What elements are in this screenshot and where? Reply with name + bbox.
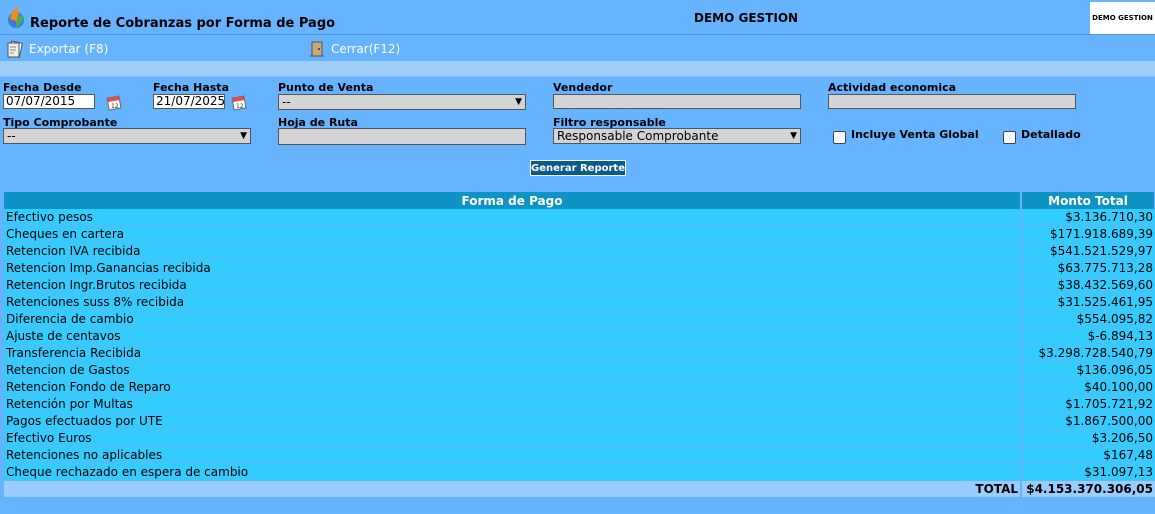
sub-bar [0,61,1155,77]
monto-cell: $38.432.569,60 [1021,276,1155,294]
incluye-venta-global-checkbox[interactable] [833,131,846,144]
monto-cell: $541.521.529,97 [1021,242,1155,260]
monto-cell: $167,48 [1021,446,1155,464]
forma-cell: Diferencia de cambio [4,310,1022,328]
monto-cell: $1.867.500,00 [1021,412,1155,430]
generate-report-button[interactable]: Generar Reporte [530,160,626,176]
forma-cell: Retenciones no aplicables [4,446,1022,464]
table-row: Cheque rechazado en espera de cambio $31.… [4,463,1155,481]
fecha-hasta-label: Fecha Hasta [153,81,229,94]
page-title: Reporte de Cobranzas por Forma de Pago [30,16,336,31]
forma-cell: Efectivo pesos [4,209,1022,226]
tipo-comprobante-value: -- [7,129,16,143]
close-door-icon [310,41,324,57]
monto-cell: $171.918.689,39 [1021,225,1155,243]
forma-cell: Retención por Multas [4,395,1022,413]
company-name: DEMO GESTION [694,11,799,25]
filtro-responsable-select[interactable]: Responsable Comprobante ▼ [553,128,801,144]
header-forma-pago: Forma de Pago [4,192,1022,209]
table-row: Efectivo Euros $3.206,50 [4,429,1155,447]
detallado-label: Detallado [1021,128,1081,141]
forma-cell: Retencion Imp.Ganancias recibida [4,259,1022,277]
calendar-icon[interactable]: 12 [105,94,123,112]
svg-text:12: 12 [236,103,244,110]
calendar-icon[interactable]: 12 [230,94,248,112]
table-row: Retención por Multas $1.705.721,92 [4,395,1155,413]
incluye-venta-global-label: Incluye Venta Global [851,128,979,141]
table-header-row: Forma de Pago Monto Total [4,192,1155,209]
fecha-hasta-field[interactable]: 21/07/2025 [153,94,225,109]
monto-cell: $63.775.713,28 [1021,259,1155,277]
punto-venta-label: Punto de Venta [278,81,374,94]
monto-cell: $3.298.728.540,79 [1021,344,1155,362]
chevron-down-icon: ▼ [240,131,247,141]
vendedor-field[interactable] [553,94,801,109]
forma-cell: Retencion de Gastos [4,361,1022,379]
detallado-checkbox[interactable] [1003,131,1016,144]
toolbar: Exportar (F8) Cerrar(F12) [0,34,1155,61]
table-row: Cheques en cartera $171.918.689,39 [4,225,1155,243]
forma-cell: Retenciones suss 8% recibida [4,293,1022,311]
forma-cell: Retencion IVA recibida [4,242,1022,260]
table-row: Diferencia de cambio $554.095,82 [4,310,1155,328]
monto-cell: $31.097,13 [1021,463,1155,481]
forma-cell: Efectivo Euros [4,429,1022,447]
forma-cell: Cheque rechazado en espera de cambio [4,463,1022,481]
chevron-down-icon: ▼ [790,131,797,141]
monto-cell: $40.100,00 [1021,378,1155,396]
monto-cell: $3.136.710,30 [1021,209,1155,226]
app-logo-icon [8,7,24,28]
title-bar: Reporte de Cobranzas por Forma de Pago D… [0,0,1155,34]
tipo-comprobante-select[interactable]: -- ▼ [3,128,251,144]
table-row: Pagos efectuados por UTE $1.867.500,00 [4,412,1155,430]
total-row: TOTAL $4.153.370.306,05 [4,480,1155,498]
table-row: Retencion Imp.Ganancias recibida $63.775.… [4,259,1155,277]
table-row: Retenciones no aplicables $167,48 [4,446,1155,464]
close-button[interactable]: Cerrar(F12) [308,40,400,58]
total-label: TOTAL [4,480,1022,498]
fecha-desde-label: Fecha Desde [3,81,82,94]
table-row: Ajuste de centavos $-6.894,13 [4,327,1155,345]
punto-venta-select[interactable]: -- ▼ [278,94,526,110]
forma-cell: Transferencia Recibida [4,344,1022,362]
export-button[interactable]: Exportar (F8) [6,40,108,58]
forma-cell: Cheques en cartera [4,225,1022,243]
punto-venta-value: -- [282,95,291,109]
monto-cell: $1.705.721,92 [1021,395,1155,413]
actividad-field[interactable] [828,94,1076,109]
monto-cell: $3.206,50 [1021,429,1155,447]
total-value: $4.153.370.306,05 [1021,480,1155,498]
filtro-responsable-value: Responsable Comprobante [557,129,719,143]
table-row: Retencion IVA recibida $541.521.529,97 [4,242,1155,260]
monto-cell: $-6.894,13 [1021,327,1155,345]
monto-cell: $554.095,82 [1021,310,1155,328]
forma-cell: Retencion Ingr.Brutos recibida [4,276,1022,294]
table-row: Retencion Fondo de Reparo $40.100,00 [4,378,1155,396]
table-row: Retencion de Gastos $136.096,05 [4,361,1155,379]
svg-text:12: 12 [111,103,119,110]
fecha-desde-field[interactable]: 07/07/2015 [3,94,95,109]
close-label: Cerrar(F12) [331,42,401,56]
forma-cell: Pagos efectuados por UTE [4,412,1022,430]
header-monto-total: Monto Total [1021,192,1155,209]
table-row: Retencion Ingr.Brutos recibida $38.432.56… [4,276,1155,294]
actividad-label: Actividad economica [828,81,957,94]
brand-logo: DEMO GESTION [1090,2,1155,34]
chevron-down-icon: ▼ [515,97,522,107]
table-row: Retenciones suss 8% recibida $31.525.461,… [4,293,1155,311]
forma-cell: Retencion Fondo de Reparo [4,378,1022,396]
report-table: Forma de Pago Monto Total Efectivo pesos… [4,192,1155,498]
table-row: Transferencia Recibida $3.298.728.540,79 [4,344,1155,362]
forma-cell: Ajuste de centavos [4,327,1022,345]
table-row: Efectivo pesos $3.136.710,30 [4,209,1155,226]
vendedor-label: Vendedor [553,81,613,94]
export-icon [7,40,23,58]
export-label: Exportar (F8) [29,42,109,56]
monto-cell: $136.096,05 [1021,361,1155,379]
monto-cell: $31.525.461,95 [1021,293,1155,311]
hoja-ruta-field[interactable] [278,128,526,145]
